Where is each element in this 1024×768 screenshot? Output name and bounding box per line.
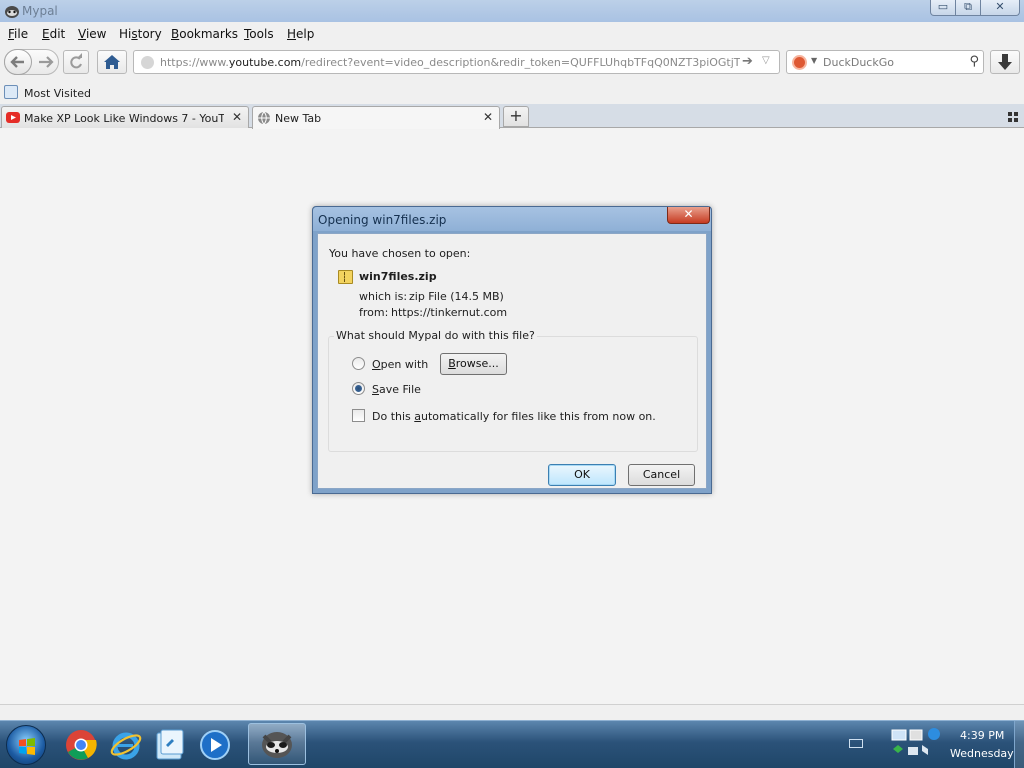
tab-label: Make XP Look Like Windows 7 - YouTu... — [24, 112, 224, 125]
url-bar[interactable]: https://www.youtube.com/redirect?event=v… — [133, 50, 780, 74]
tab-label: New Tab — [275, 112, 322, 125]
bookmark-folder-icon — [4, 85, 18, 99]
reload-button[interactable] — [63, 50, 89, 74]
go-arrow-icon[interactable]: ➔ — [742, 54, 753, 69]
file-name: win7files.zip — [359, 270, 437, 283]
action-group-label: What should Mypal do with this file? — [334, 329, 537, 342]
open-with-radio[interactable] — [352, 357, 365, 370]
download-dialog: Opening win7files.zip ✕ You have chosen … — [312, 206, 712, 494]
auto-action-checkbox[interactable] — [352, 409, 365, 422]
zip-file-icon — [338, 270, 353, 284]
clock-time[interactable]: 4:39 PM — [960, 729, 1004, 742]
menu-bookmarks[interactable]: Bookmarks — [171, 27, 238, 41]
url-history-dropdown-icon[interactable]: ▽ — [762, 55, 770, 66]
save-file-radio[interactable] — [352, 382, 365, 395]
search-input[interactable]: DuckDuckGo — [823, 56, 894, 69]
start-button[interactable] — [6, 725, 46, 765]
downloads-button[interactable] — [990, 50, 1020, 74]
back-button[interactable] — [4, 49, 32, 75]
dialog-titlebar: Opening win7files.zip ✕ — [313, 207, 711, 231]
windows-logo-icon — [19, 738, 35, 755]
maximize-button[interactable]: ⧉ — [955, 0, 981, 16]
bookmark-most-visited[interactable]: Most Visited — [24, 87, 91, 100]
dialog-body: You have chosen to open: win7files.zip w… — [317, 233, 707, 489]
search-icon[interactable]: ⚲ — [969, 54, 979, 69]
window-title: Mypal — [22, 4, 58, 18]
mypal-app-icon — [5, 6, 19, 18]
save-file-label[interactable]: Save File — [372, 383, 421, 396]
file-type-label: which is: — [359, 290, 408, 303]
status-bar — [0, 704, 1024, 720]
file-source-value: https://tinkernut.com — [391, 306, 508, 319]
globe-icon — [258, 111, 270, 125]
media-player-icon[interactable] — [197, 727, 233, 763]
internet-explorer-icon[interactable] — [108, 727, 144, 763]
clock-day[interactable]: Wednesday — [950, 747, 1014, 760]
menu-history[interactable]: History — [119, 27, 162, 41]
bookmarks-toolbar: Most Visited — [0, 82, 1024, 104]
youtube-icon — [6, 112, 20, 123]
chrome-icon[interactable] — [63, 727, 99, 763]
open-with-label[interactable]: Open with — [372, 358, 428, 371]
site-identity-icon[interactable] — [141, 56, 154, 69]
action-groupbox: What should Mypal do with this file? Ope… — [328, 329, 698, 452]
dialog-intro-text: You have chosen to open: — [329, 247, 471, 260]
keyboard-tray-icon[interactable] — [849, 739, 863, 748]
dialog-close-button[interactable]: ✕ — [667, 207, 710, 224]
back-forward-group — [4, 49, 59, 75]
mypal-icon — [262, 732, 292, 758]
explorer-icon[interactable] — [152, 727, 188, 763]
list-all-tabs-icon[interactable] — [1008, 112, 1018, 122]
tab-strip: Make XP Look Like Windows 7 - YouTu... ✕… — [0, 104, 1024, 129]
show-desktop-button[interactable] — [1014, 721, 1024, 768]
cancel-button[interactable]: Cancel — [628, 464, 695, 486]
file-type-value: zip File (14.5 MB) — [409, 290, 504, 303]
tab-new-tab[interactable]: New Tab ✕ — [252, 106, 500, 129]
file-source-label: from: — [359, 306, 389, 319]
browse-button[interactable]: Browse... — [440, 353, 507, 375]
new-tab-button[interactable]: + — [503, 106, 529, 127]
menu-view[interactable]: View — [78, 27, 106, 41]
taskbar-mypal-button[interactable] — [248, 723, 306, 765]
tab-close-icon[interactable]: ✕ — [232, 110, 242, 124]
menu-bar: File Edit View History Bookmarks Tools H… — [0, 22, 1024, 44]
forward-arrow-icon[interactable] — [35, 51, 57, 73]
navigation-toolbar: https://www.youtube.com/redirect?event=v… — [0, 44, 1024, 82]
menu-file[interactable]: File — [8, 27, 28, 41]
download-arrow-icon — [998, 54, 1012, 70]
duckduckgo-icon[interactable] — [792, 55, 807, 70]
auto-action-label[interactable]: Do this automatically for files like thi… — [372, 410, 656, 423]
tab-close-icon[interactable]: ✕ — [483, 110, 493, 124]
dialog-title: Opening win7files.zip — [318, 213, 447, 227]
menu-tools[interactable]: Tools — [244, 27, 274, 41]
windows-taskbar: 4:39 PM Wednesday — [0, 720, 1024, 768]
back-arrow-icon — [10, 56, 24, 68]
menu-edit[interactable]: Edit — [42, 27, 65, 41]
ok-button[interactable]: OK — [548, 464, 616, 486]
home-icon — [104, 55, 120, 69]
reload-icon — [70, 53, 82, 69]
tab-youtube[interactable]: Make XP Look Like Windows 7 - YouTu... ✕ — [1, 106, 249, 128]
menu-help[interactable]: Help — [287, 27, 314, 41]
window-titlebar: Mypal ▭ ⧉ ✕ — [0, 0, 1024, 22]
close-button[interactable]: ✕ — [980, 0, 1020, 16]
url-text[interactable]: https://www.youtube.com/redirect?event=v… — [160, 56, 740, 69]
search-engine-dropdown-icon[interactable]: ▼ — [811, 56, 817, 65]
minimize-button[interactable]: ▭ — [930, 0, 956, 16]
search-bar[interactable]: ▼ DuckDuckGo ⚲ — [786, 50, 984, 74]
system-tray-icons[interactable] — [890, 727, 946, 761]
home-button[interactable] — [97, 50, 127, 74]
